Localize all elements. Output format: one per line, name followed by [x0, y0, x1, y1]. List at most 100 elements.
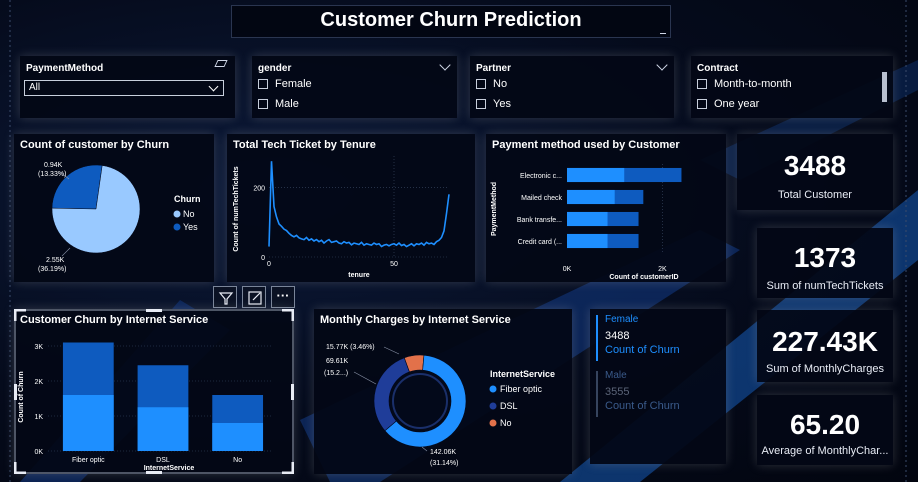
- churn-pie-visual[interactable]: Count of customer by Churn 0.94K (13.33%)…: [14, 134, 214, 282]
- kpi-value: 65.20: [789, 409, 861, 440]
- checkbox[interactable]: [476, 99, 486, 109]
- payment-method-bar-visual[interactable]: Payment method used by Customer Electron…: [486, 134, 726, 282]
- option-label: Female: [275, 78, 312, 90]
- dashboard-title: Customer Churn Prediction: [320, 9, 582, 31]
- leader-line: [353, 371, 377, 385]
- tech-ticket-line-chart: 0 200 0 50 tenure Count of numTechTickets: [233, 156, 450, 279]
- data-label: 142.06K: [430, 449, 456, 456]
- payment-method-dropdown[interactable]: All: [24, 80, 224, 96]
- chevron-down-icon[interactable]: [439, 59, 451, 71]
- data-label: 15.77K (3.46%): [326, 344, 375, 351]
- churn-by-gender-card[interactable]: Female 3488 Count of Churn Male 3555 Cou…: [590, 309, 726, 464]
- x-tick-label: 0K: [563, 266, 572, 273]
- donut-inner-ring: [392, 373, 448, 429]
- title-box: Customer Churn Prediction: [231, 5, 671, 38]
- bar-segment: [567, 167, 625, 183]
- chevron-down-icon: [208, 81, 219, 92]
- y-axis-label: PaymentMethod: [491, 182, 498, 236]
- data-label: 69.61K: [326, 358, 349, 365]
- monthly-charges-donut-visual[interactable]: Monthly Charges by Internet Service 15.7…: [314, 309, 572, 474]
- scrollbar[interactable]: [882, 72, 887, 102]
- data-label: (36.19%): [38, 266, 66, 273]
- legend-marker: [173, 223, 181, 231]
- data-label: 0.94K: [44, 162, 63, 169]
- checkbox[interactable]: [697, 79, 707, 89]
- data-label: (15.2...): [324, 370, 348, 377]
- contract-slicer[interactable]: Contract Month-to-month One year: [691, 56, 893, 118]
- leader-line: [421, 446, 428, 452]
- kpi-value: 1373: [793, 242, 857, 273]
- filter-icon[interactable]: [213, 286, 237, 308]
- selection-frame[interactable]: [14, 309, 294, 474]
- gender-option-female[interactable]: Female: [258, 78, 312, 90]
- checkbox[interactable]: [476, 79, 486, 89]
- legend-marker: [489, 385, 497, 393]
- eraser-icon[interactable]: [214, 60, 228, 67]
- legend-title: Churn: [174, 194, 201, 204]
- option-label: Month-to-month: [714, 78, 792, 90]
- checkbox[interactable]: [258, 99, 268, 109]
- card-row-category: Female: [605, 314, 639, 325]
- x-axis-label: tenure: [348, 272, 370, 279]
- gender-slicer[interactable]: gender Female Male: [252, 56, 457, 118]
- legend-title: InternetService: [490, 369, 555, 379]
- slicer-title-contract: Contract: [697, 63, 739, 74]
- card-row-measure: Count of Churn: [605, 344, 680, 356]
- option-label: Male: [275, 98, 299, 110]
- kpi-label: Sum of numTechTickets: [766, 280, 884, 292]
- chevron-down-icon[interactable]: [656, 59, 668, 71]
- legend-marker: [489, 419, 497, 427]
- card-row-accent: [596, 371, 598, 417]
- x-axis-label: Count of customerID: [609, 274, 678, 281]
- data-label: 2.55K: [46, 257, 65, 264]
- checkbox[interactable]: [258, 79, 268, 89]
- card-row-category: Male: [605, 370, 627, 381]
- kpi-value: 227.43K: [772, 326, 878, 357]
- dropdown-value: All: [29, 82, 41, 93]
- kpi-card-total-customer[interactable]: 3488 Total Customer: [737, 134, 893, 210]
- kpi-card-tech-tickets[interactable]: 1373 Sum of numTechTickets: [757, 228, 893, 298]
- kpi-label: Total Customer: [778, 189, 852, 201]
- card-row-value: 3555: [605, 386, 630, 398]
- bar-segment: [567, 189, 615, 205]
- donut-slice-dsl: [373, 357, 410, 432]
- contract-option-month-to-month[interactable]: Month-to-month: [697, 78, 792, 90]
- kpi-card-monthly-charges[interactable]: 227.43K Sum of MonthlyCharges: [757, 310, 893, 382]
- y-tick-label: 200: [253, 185, 265, 192]
- card-row-value: 3488: [605, 330, 630, 342]
- leader-line: [383, 346, 400, 355]
- contract-option-one-year[interactable]: One year: [697, 98, 759, 110]
- churn-internet-bar-visual[interactable]: Customer Churn by Internet Service 0K 1K 2…: [14, 309, 294, 474]
- tech-ticket-line-visual[interactable]: Total Tech Ticket by Tenure 0 200 0 50 tenur…: [227, 134, 475, 282]
- x-tick-label: 0: [267, 261, 271, 268]
- y-axis-label: Count of numTechTickets: [233, 166, 240, 251]
- x-tick-label: 50: [390, 261, 398, 268]
- slicer-title-payment-method: PaymentMethod: [26, 63, 104, 74]
- card-row-measure: Count of Churn: [605, 400, 680, 412]
- gender-option-male[interactable]: Male: [258, 98, 299, 110]
- payment-method-bar-chart: Electronic c... Mailed check Bank transfe.…: [491, 164, 682, 281]
- checkbox[interactable]: [697, 99, 707, 109]
- focus-mode-icon[interactable]: [242, 286, 266, 308]
- kpi-card-average-monthly-charges[interactable]: 65.20 Average of MonthlyChar...: [757, 395, 893, 465]
- slicer-title-partner: Partner: [476, 63, 512, 74]
- resize-handle-icon[interactable]: [660, 33, 666, 34]
- legend-item: Yes: [183, 222, 198, 232]
- churn-pie-chart: 0.94K (13.33%) 2.55K (36.19%) Churn No Yes: [38, 162, 201, 273]
- kpi-label: Average of MonthlyChar...: [761, 445, 889, 457]
- legend-item: Fiber optic: [500, 384, 543, 394]
- payment-method-slicer[interactable]: PaymentMethod All: [20, 56, 235, 118]
- legend-marker: [173, 210, 181, 218]
- partner-option-yes[interactable]: Yes: [476, 98, 511, 110]
- y-tick-label: Bank transfe...: [517, 217, 562, 224]
- series-line: [268, 161, 450, 248]
- kpi-value: 3488: [783, 150, 847, 181]
- more-options-icon[interactable]: ···: [271, 286, 295, 308]
- partner-option-no[interactable]: No: [476, 78, 507, 90]
- legend-item: DSL: [500, 401, 518, 411]
- bar-segment: [567, 211, 608, 227]
- x-tick-label: 2K: [658, 266, 667, 273]
- monthly-charges-donut-chart: 15.77K (3.46%) 69.61K (15.2...) 142.06K (31.…: [324, 344, 555, 467]
- visual-header-toolbar: ···: [213, 286, 296, 308]
- partner-slicer[interactable]: Partner No Yes: [470, 56, 674, 118]
